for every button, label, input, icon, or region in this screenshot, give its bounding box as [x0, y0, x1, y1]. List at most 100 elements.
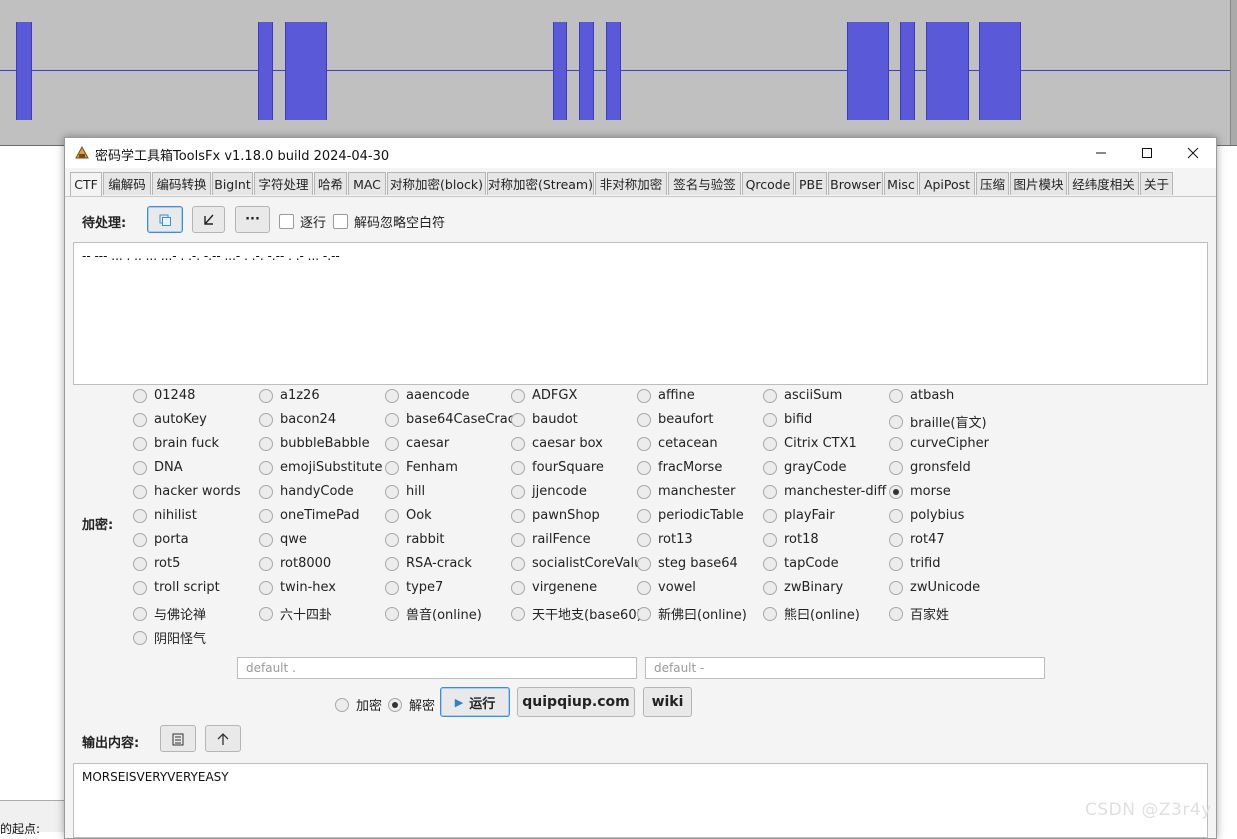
radio-dot[interactable]: [889, 606, 903, 621]
algorithm-radio[interactable]: steg base64: [637, 556, 738, 571]
quipqiup-button[interactable]: quipqiup.com: [517, 687, 635, 717]
algorithm-radio[interactable]: rot13: [637, 532, 693, 547]
tab-2[interactable]: 编码转换: [152, 172, 211, 195]
tab-16[interactable]: 压缩: [976, 172, 1009, 195]
algorithm-radio[interactable]: zwBinary: [763, 580, 843, 595]
radio-dot[interactable]: [889, 388, 903, 403]
algorithm-radio[interactable]: baudot: [511, 412, 578, 427]
algorithm-radio[interactable]: base64CaseCrack: [385, 412, 522, 427]
decrypt-radio[interactable]: 解密: [388, 695, 435, 714]
radio-dot[interactable]: [385, 412, 399, 427]
algorithm-radio[interactable]: caesar box: [511, 436, 603, 451]
radio-dot[interactable]: [763, 606, 777, 621]
radio-dot[interactable]: [889, 436, 903, 451]
algorithm-radio[interactable]: porta: [133, 532, 189, 547]
algorithm-radio[interactable]: 六十四卦: [259, 604, 332, 623]
algorithm-radio[interactable]: jjencode: [511, 484, 587, 499]
algorithm-radio[interactable]: Fenham: [385, 460, 458, 475]
close-button[interactable]: [1170, 138, 1216, 168]
radio-dot[interactable]: [259, 556, 273, 571]
radio-dot[interactable]: [511, 606, 525, 621]
tab-4[interactable]: 字符处理: [254, 172, 313, 195]
radio-dot[interactable]: [511, 508, 525, 523]
algorithm-radio[interactable]: braille(盲文): [889, 412, 987, 431]
maximize-button[interactable]: [1124, 138, 1170, 168]
run-button[interactable]: ▶ 运行: [440, 687, 510, 717]
more-options-button[interactable]: ···: [235, 206, 270, 233]
radio-dot[interactable]: [637, 388, 651, 403]
algorithm-radio[interactable]: asciiSum: [763, 388, 842, 403]
algorithm-radio[interactable]: affine: [637, 388, 695, 403]
radio-dot[interactable]: [889, 460, 903, 475]
algorithm-radio[interactable]: troll script: [133, 580, 220, 595]
radio-dot[interactable]: [133, 606, 147, 621]
radio-dot[interactable]: [385, 460, 399, 475]
radio-dot[interactable]: [637, 460, 651, 475]
tab-19[interactable]: 关于: [1140, 172, 1173, 195]
radio-dot[interactable]: [335, 697, 349, 712]
radio-dot[interactable]: [637, 532, 651, 547]
radio-dot[interactable]: [259, 580, 273, 595]
radio-dot[interactable]: [763, 580, 777, 595]
radio-dot[interactable]: [385, 580, 399, 595]
algorithm-radio[interactable]: rot5: [133, 556, 180, 571]
algorithm-radio[interactable]: aaencode: [385, 388, 470, 403]
radio-dot[interactable]: [889, 580, 903, 595]
radio-dot[interactable]: [637, 556, 651, 571]
algorithm-radio[interactable]: rot18: [763, 532, 819, 547]
algorithm-radio[interactable]: rot8000: [259, 556, 331, 571]
radio-dot[interactable]: [889, 556, 903, 571]
radio-dot[interactable]: [637, 436, 651, 451]
tab-15[interactable]: ApiPost: [919, 172, 975, 195]
algorithm-radio[interactable]: 01248: [133, 388, 195, 403]
tab-3[interactable]: BigInt: [212, 172, 253, 195]
algorithm-radio[interactable]: hacker words: [133, 484, 241, 499]
algorithm-radio[interactable]: type7: [385, 580, 443, 595]
algorithm-radio[interactable]: Citrix CTX1: [763, 436, 857, 451]
radio-dot[interactable]: [763, 484, 777, 499]
algorithm-radio[interactable]: manchester: [637, 484, 735, 499]
radio-dot[interactable]: [259, 606, 273, 621]
algorithm-radio[interactable]: rot47: [889, 532, 945, 547]
algorithm-radio[interactable]: manchester-diff: [763, 484, 886, 499]
tab-1[interactable]: 编解码: [103, 172, 151, 195]
algorithm-radio[interactable]: 新佛曰(online): [637, 604, 747, 623]
algorithm-radio[interactable]: handyCode: [259, 484, 354, 499]
tab-7[interactable]: 对称加密(block): [387, 172, 486, 195]
algorithm-radio[interactable]: rabbit: [385, 532, 445, 547]
input-textarea[interactable]: -- --- ... . .. ... ...- . .-. -.-- ...-…: [73, 242, 1208, 385]
radio-dot[interactable]: [511, 580, 525, 595]
radio-dot[interactable]: [763, 556, 777, 571]
radio-dot[interactable]: [133, 388, 147, 403]
radio-dot[interactable]: [385, 508, 399, 523]
algorithm-radio[interactable]: morse: [889, 484, 951, 499]
algorithm-radio[interactable]: bifid: [763, 412, 812, 427]
radio-dot[interactable]: [511, 460, 525, 475]
radio-dot[interactable]: [133, 412, 147, 427]
tab-0[interactable]: CTF: [70, 172, 102, 197]
radio-dot[interactable]: [259, 484, 273, 499]
radio-dot[interactable]: [133, 460, 147, 475]
algorithm-radio[interactable]: 兽音(online): [385, 604, 482, 623]
radio-dot[interactable]: [259, 508, 273, 523]
algorithm-radio[interactable]: pawnShop: [511, 508, 600, 523]
algorithm-radio[interactable]: fourSquare: [511, 460, 604, 475]
algorithm-radio[interactable]: 百家姓: [889, 604, 949, 623]
wiki-button[interactable]: wiki: [643, 687, 692, 717]
output-textarea[interactable]: MORSEISVERYVERYEASY: [73, 763, 1208, 838]
radio-dot[interactable]: [259, 412, 273, 427]
param-field-2[interactable]: default -: [645, 657, 1045, 679]
algorithm-radio[interactable]: playFair: [763, 508, 835, 523]
algorithm-radio[interactable]: ADFGX: [511, 388, 577, 403]
copy-input-button[interactable]: [147, 206, 183, 233]
radio-dot[interactable]: [637, 606, 651, 621]
radio-dot[interactable]: [259, 532, 273, 547]
param-field-1[interactable]: default .: [237, 657, 637, 679]
radio-dot[interactable]: [259, 388, 273, 403]
algorithm-radio[interactable]: 熊曰(online): [763, 604, 860, 623]
algorithm-radio[interactable]: trifid: [889, 556, 941, 571]
radio-dot[interactable]: [385, 388, 399, 403]
minimize-button[interactable]: [1078, 138, 1124, 168]
radio-dot[interactable]: [511, 436, 525, 451]
algorithm-radio[interactable]: curveCipher: [889, 436, 989, 451]
